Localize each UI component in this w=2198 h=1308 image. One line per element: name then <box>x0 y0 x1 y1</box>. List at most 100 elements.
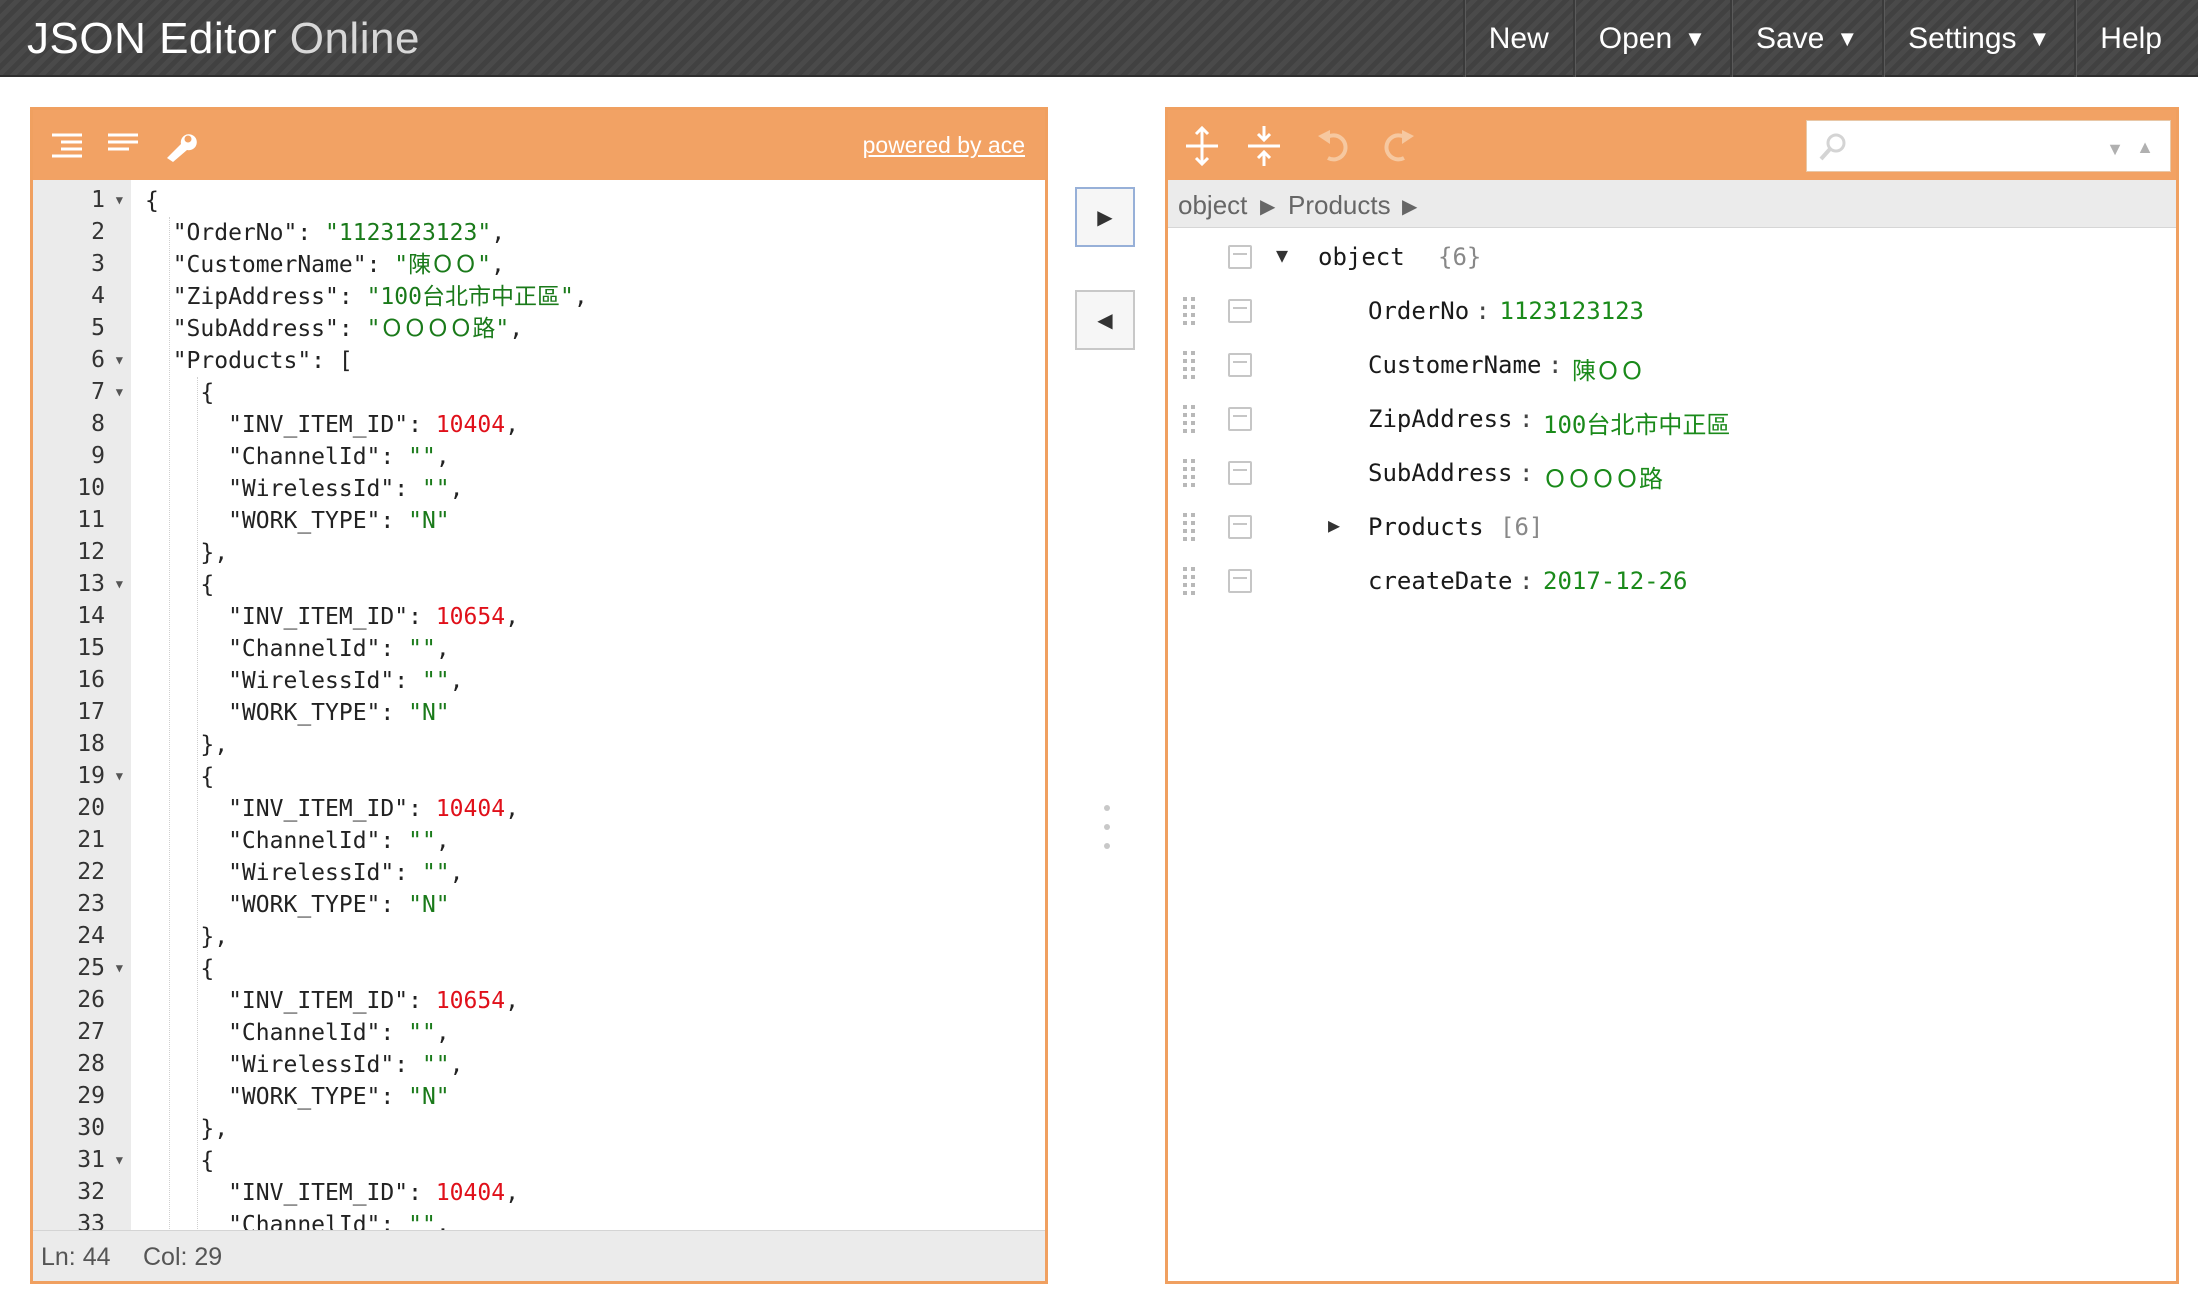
fold-toggle-icon[interactable]: ▼ <box>116 961 123 975</box>
code-punctuation: : <box>380 828 409 854</box>
context-menu-icon[interactable] <box>1228 407 1252 431</box>
line-number: 23 <box>33 889 131 921</box>
code-key: "WirelessId" <box>145 668 395 694</box>
line-number-text: 11 <box>77 507 105 533</box>
new-button[interactable]: New <box>1462 0 1573 77</box>
open-menu[interactable]: Open ▼ <box>1572 0 1730 77</box>
code-line: "ChannelId": "", <box>145 441 450 473</box>
line-number-text: 13 <box>77 571 105 597</box>
search-next-icon[interactable]: ▼ <box>2106 139 2124 160</box>
fold-toggle-icon[interactable]: ▼ <box>116 1153 123 1167</box>
format-icon[interactable] <box>49 128 85 164</box>
breadcrumb-root[interactable]: object <box>1178 190 1247 221</box>
tree-field-key[interactable]: createDate <box>1368 567 1513 595</box>
help-label: Help <box>2100 21 2162 55</box>
drag-handle-icon[interactable] <box>1183 459 1197 487</box>
new-label: New <box>1488 21 1549 55</box>
breadcrumb-arrow-icon[interactable]: ▶ <box>1402 194 1417 219</box>
copy-to-code-button[interactable]: ◀ <box>1075 290 1135 350</box>
fold-toggle-icon[interactable]: ▼ <box>116 353 123 367</box>
line-number-text: 23 <box>77 891 105 917</box>
copy-to-tree-button[interactable]: ▶ <box>1075 187 1135 247</box>
line-number-text: 16 <box>77 667 105 693</box>
help-button[interactable]: Help <box>2074 0 2198 77</box>
undo-icon[interactable] <box>1314 124 1358 168</box>
tree-field-separator: : <box>1519 405 1534 433</box>
code-key: "INV_ITEM_ID" <box>145 1180 409 1206</box>
tree-field-value[interactable]: 100台北市中正區 <box>1543 405 1730 440</box>
code-line: { <box>145 185 159 217</box>
tree-editor-panel: ▼ ▲ object ▶ Products ▶ ▼ object {6} OrderN… <box>1165 107 2179 1284</box>
context-menu-icon[interactable] <box>1228 245 1252 269</box>
expand-toggle-icon[interactable]: ▶ <box>1328 513 1340 537</box>
line-number: 13 ▼ <box>33 569 131 601</box>
drag-handle-icon[interactable] <box>1183 567 1197 595</box>
tree-field-value[interactable]: ＯＯＯＯ路 <box>1543 459 1663 494</box>
context-menu-icon[interactable] <box>1228 353 1252 377</box>
fold-toggle-icon[interactable]: ▼ <box>116 193 123 207</box>
line-number-text: 27 <box>77 1019 105 1045</box>
breadcrumb-products[interactable]: Products <box>1288 190 1391 221</box>
line-number: 32 <box>33 1177 131 1209</box>
context-menu-icon[interactable] <box>1228 299 1252 323</box>
code-punctuation: { <box>145 380 215 406</box>
drag-handle-icon[interactable] <box>1183 297 1197 325</box>
tree-field-key[interactable]: ZipAddress <box>1368 405 1513 433</box>
code-key: "ZipAddress" <box>145 284 339 310</box>
tree-field-separator: : <box>1475 297 1490 325</box>
line-number: 14 <box>33 601 131 633</box>
drag-handle-icon[interactable] <box>1183 405 1197 433</box>
redo-icon[interactable] <box>1374 124 1418 168</box>
line-number: 12 <box>33 537 131 569</box>
code-number: 10654 <box>435 988 506 1014</box>
code-punctuation: : <box>380 892 409 918</box>
drag-handle-icon[interactable] <box>1183 351 1197 379</box>
tree-field-key[interactable]: Products <box>1368 513 1484 541</box>
code-key: "WirelessId" <box>145 476 395 502</box>
tree-field-value[interactable]: 陳ＯＯ <box>1572 351 1644 386</box>
collapse-all-icon[interactable] <box>1242 124 1286 168</box>
tree-field-key[interactable]: OrderNo <box>1368 297 1469 325</box>
tree-field-value[interactable]: 2017-12-26 <box>1543 567 1688 595</box>
tree-field-value[interactable]: 1123123123 <box>1500 297 1645 325</box>
fold-toggle-icon[interactable]: ▼ <box>116 577 123 591</box>
search-previous-icon[interactable]: ▲ <box>2136 137 2154 158</box>
drag-handle-icon[interactable] <box>1183 513 1197 541</box>
line-number: 21 <box>33 825 131 857</box>
line-number-text: 22 <box>77 859 105 885</box>
expand-all-icon[interactable] <box>1180 124 1224 168</box>
compact-icon[interactable] <box>105 128 141 164</box>
code-key: "INV_ITEM_ID" <box>145 412 409 438</box>
code-punctuation: }, <box>145 924 229 950</box>
code-line: "WORK_TYPE": "N" <box>145 889 450 921</box>
code-punctuation: : <box>380 636 409 662</box>
collapse-toggle-icon[interactable]: ▼ <box>1276 243 1288 267</box>
code-text-area[interactable]: { "OrderNo": "1123123123", "CustomerName… <box>131 180 1045 1230</box>
context-menu-icon[interactable] <box>1228 461 1252 485</box>
line-number-text: 9 <box>91 443 105 469</box>
line-number-text: 12 <box>77 539 105 565</box>
fold-toggle-icon[interactable]: ▼ <box>116 385 123 399</box>
code-key: "OrderNo" <box>145 220 298 246</box>
tree-field-key[interactable]: CustomerName <box>1368 351 1541 379</box>
tree-field-count: [6] <box>1500 513 1544 541</box>
fold-toggle-icon[interactable]: ▼ <box>116 769 123 783</box>
save-menu[interactable]: Save ▼ <box>1729 0 1882 77</box>
tree-row-root: ▼ object {6} <box>1168 230 2176 284</box>
line-number: 9 <box>33 441 131 473</box>
code-punctuation: , <box>491 220 506 246</box>
code-punctuation: , <box>505 988 519 1014</box>
search-input[interactable] <box>1855 129 2085 165</box>
line-number: 11 <box>33 505 131 537</box>
line-number: 8 <box>33 409 131 441</box>
repair-icon[interactable] <box>163 128 199 164</box>
line-number-text: 4 <box>91 283 105 309</box>
chevron-down-icon: ▼ <box>2028 25 2051 51</box>
powered-by-link[interactable]: powered by ace <box>863 132 1025 159</box>
panel-splitter[interactable] <box>1100 805 1114 861</box>
tree-field-key[interactable]: SubAddress <box>1368 459 1513 487</box>
context-menu-icon[interactable] <box>1228 569 1252 593</box>
context-menu-icon[interactable] <box>1228 515 1252 539</box>
code-key: "WORK_TYPE" <box>145 700 381 726</box>
settings-menu[interactable]: Settings ▼ <box>1882 0 2074 77</box>
